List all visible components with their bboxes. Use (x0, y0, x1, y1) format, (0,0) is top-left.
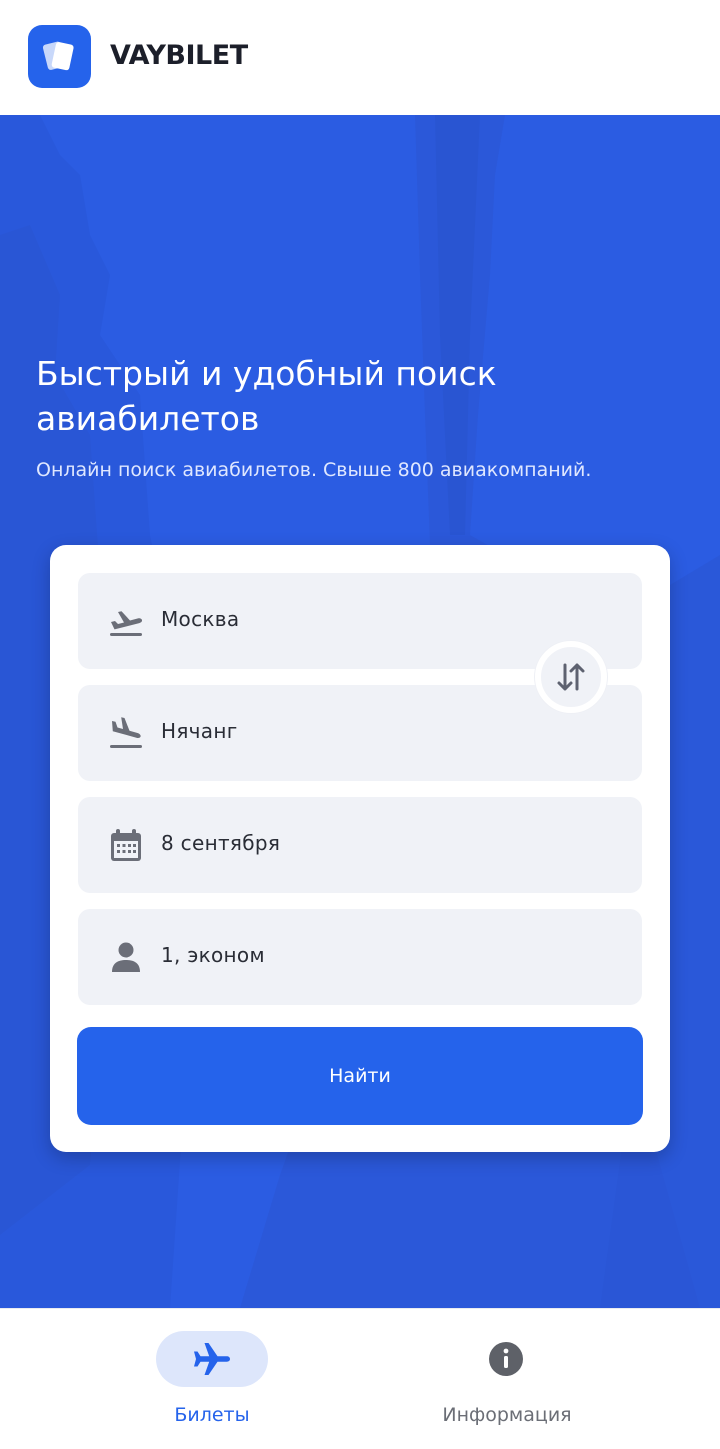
passengers-value: 1, эконом (161, 943, 265, 967)
info-icon (489, 1342, 523, 1376)
find-button[interactable]: Найти (77, 1027, 643, 1125)
date-value: 8 сентября (161, 831, 281, 855)
date-field[interactable]: 8 сентября (78, 797, 642, 893)
swap-button[interactable] (535, 641, 607, 713)
calendar-icon (111, 829, 141, 861)
nav-item-tickets[interactable]: Билеты (0, 1309, 360, 1449)
hero-subtitle: Онлайн поиск авиабилетов. Свыше 800 авиа… (36, 459, 592, 481)
app-logo-icon[interactable] (28, 25, 91, 88)
nav-item-info[interactable]: Информация (327, 1309, 687, 1449)
nav-label-info: Информация (442, 1404, 572, 1426)
person-icon (112, 942, 140, 972)
from-value: Москва (161, 607, 240, 631)
bottom-navigation: Билеты Информация (0, 1308, 720, 1449)
passengers-field[interactable]: 1, эконом (78, 909, 642, 1005)
app-brand-name: VAYBILET (110, 40, 248, 71)
hero-title: Быстрый и удобный поиск авиабилетов (36, 354, 497, 438)
app-root: VAYBILET Быстрый и удобный поиск авиабил… (0, 0, 720, 1449)
plane-landing-icon (110, 717, 142, 748)
app-header: VAYBILET (0, 0, 720, 115)
plane-takeoff-icon (110, 611, 143, 636)
search-card: Москва Нячанг 8 сентября 1, эконом Найти (50, 545, 670, 1152)
swap-arrows-icon (557, 663, 585, 691)
plane-icon (194, 1343, 230, 1375)
to-value: Нячанг (161, 719, 238, 743)
